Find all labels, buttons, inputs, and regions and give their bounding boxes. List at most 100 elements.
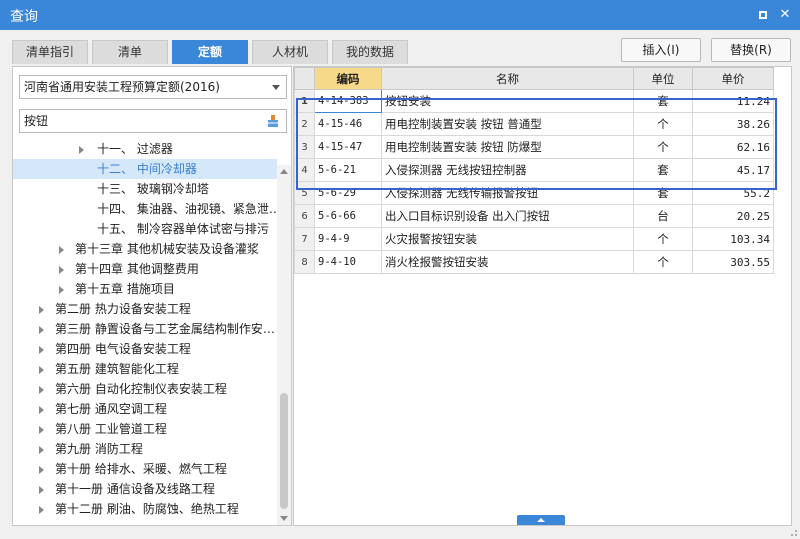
- scroll-thumb[interactable]: [280, 393, 288, 509]
- table-row[interactable]: 1 4-14-383 按钮安装套 11.24: [294, 89, 774, 113]
- cell-name[interactable]: 出入口目标识别设备 出入门按钮: [381, 204, 634, 228]
- cell-code[interactable]: 5-6-29: [314, 181, 382, 205]
- tab-labor-material-machine[interactable]: 人材机: [252, 40, 328, 64]
- tree-item[interactable]: 第四册 电气设备安装工程: [13, 339, 277, 359]
- tree-item[interactable]: 第十一册 通信设备及线路工程: [13, 479, 277, 499]
- table-row[interactable]: 3 4-15-47 用电控制装置安装 按钮 防爆型个 62.16: [294, 135, 774, 159]
- cell-price[interactable]: 38.26: [692, 112, 774, 136]
- tab-list-guide[interactable]: 清单指引: [12, 40, 88, 64]
- table-row[interactable]: 7 9-4-9 火灾报警按钮安装个 103.34: [294, 227, 774, 251]
- cell-price[interactable]: 303.55: [692, 250, 774, 274]
- tree-item[interactable]: 第六册 自动化控制仪表安装工程: [13, 379, 277, 399]
- expand-arrow-icon[interactable]: [39, 346, 44, 354]
- column-header-name[interactable]: 名称: [381, 67, 634, 90]
- cell-unit[interactable]: 套: [633, 181, 693, 205]
- cell-code[interactable]: 9-4-9: [314, 227, 382, 251]
- tree-item[interactable]: 第五册 建筑智能化工程: [13, 359, 277, 379]
- tree-item[interactable]: 十三、 玻璃钢冷却塔: [13, 179, 277, 199]
- cell-unit[interactable]: 套: [633, 89, 693, 113]
- cell-price[interactable]: 62.16: [692, 135, 774, 159]
- row-number[interactable]: 5: [294, 181, 315, 205]
- cell-code[interactable]: 4-15-47: [314, 135, 382, 159]
- cell-unit[interactable]: 套: [633, 158, 693, 182]
- table-row[interactable]: 6 5-6-66 出入口目标识别设备 出入门按钮台 20.25: [294, 204, 774, 228]
- panel-collapse-handle[interactable]: [517, 515, 565, 525]
- cell-name[interactable]: 入侵探测器 无线传输报警按钮: [381, 181, 634, 205]
- expand-arrow-icon[interactable]: [39, 446, 44, 454]
- table-row[interactable]: 8 9-4-10 消火栓报警按钮安装个 303.55: [294, 250, 774, 274]
- expand-arrow-icon[interactable]: [39, 326, 44, 334]
- row-number[interactable]: 8: [294, 250, 315, 274]
- tree-item[interactable]: 十四、 集油器、油视镜、紧急泄…: [13, 199, 277, 219]
- scroll-down-icon[interactable]: [280, 516, 288, 521]
- tree-scrollbar[interactable]: [277, 165, 291, 525]
- replace-button[interactable]: 替换(R): [711, 38, 791, 62]
- tree-item[interactable]: 第十五章 措施项目: [13, 279, 277, 299]
- cell-price[interactable]: 45.17: [692, 158, 774, 182]
- table-row[interactable]: 4 5-6-21 入侵探测器 无线按钮控制器套 45.17: [294, 158, 774, 182]
- tree-item[interactable]: 第九册 消防工程: [13, 439, 277, 459]
- tree-item[interactable]: 第十二册 刷油、防腐蚀、绝热工程: [13, 499, 277, 519]
- expand-arrow-icon[interactable]: [59, 286, 64, 294]
- cell-price[interactable]: 55.2: [692, 181, 774, 205]
- expand-arrow-icon[interactable]: [39, 486, 44, 494]
- close-icon[interactable]: ✕: [777, 7, 793, 23]
- cell-unit[interactable]: 个: [633, 250, 693, 274]
- tree-item[interactable]: 十五、 制冷容器单体试密与排污: [13, 219, 277, 239]
- cell-code[interactable]: 9-4-10: [314, 250, 382, 274]
- cell-name[interactable]: 按钮安装: [381, 89, 634, 113]
- maximize-icon[interactable]: [755, 7, 771, 23]
- expand-arrow-icon[interactable]: [39, 306, 44, 314]
- tree-item[interactable]: 第十三章 其他机械安装及设备灌浆: [13, 239, 277, 259]
- scroll-up-icon[interactable]: [280, 169, 288, 174]
- tree-item[interactable]: 十二、 中间冷却器: [13, 159, 277, 179]
- table-row[interactable]: 2 4-15-46 用电控制装置安装 按钮 普通型个 38.26: [294, 112, 774, 136]
- cell-unit[interactable]: 台: [633, 204, 693, 228]
- tree-item[interactable]: 第八册 工业管道工程: [13, 419, 277, 439]
- expand-arrow-icon[interactable]: [79, 146, 84, 154]
- cell-name[interactable]: 消火栓报警按钮安装: [381, 250, 634, 274]
- table-row[interactable]: 5 5-6-29 入侵探测器 无线传输报警按钮套 55.2: [294, 181, 774, 205]
- row-number[interactable]: 6: [294, 204, 315, 228]
- column-header-code[interactable]: 编码: [314, 67, 382, 90]
- cell-price[interactable]: 103.34: [692, 227, 774, 251]
- row-number[interactable]: 4: [294, 158, 315, 182]
- filter-icon[interactable]: [266, 114, 280, 128]
- column-header-unit[interactable]: 单位: [633, 67, 693, 90]
- cell-name[interactable]: 火灾报警按钮安装: [381, 227, 634, 251]
- tab-list[interactable]: 清单: [92, 40, 168, 64]
- column-header-price[interactable]: 单价: [692, 67, 774, 90]
- cell-code[interactable]: 5-6-66: [314, 204, 382, 228]
- tree-item[interactable]: 第七册 通风空调工程: [13, 399, 277, 419]
- cell-unit[interactable]: 个: [633, 112, 693, 136]
- expand-arrow-icon[interactable]: [39, 466, 44, 474]
- cell-name[interactable]: 用电控制装置安装 按钮 防爆型: [381, 135, 634, 159]
- tree-item[interactable]: 第二册 热力设备安装工程: [13, 299, 277, 319]
- tree-item[interactable]: 十一、 过滤器: [13, 139, 277, 159]
- cell-code[interactable]: 4-14-383: [314, 89, 382, 113]
- tab-quota[interactable]: 定额: [172, 40, 248, 64]
- cell-price[interactable]: 11.24: [692, 89, 774, 113]
- row-number[interactable]: 3: [294, 135, 315, 159]
- quota-db-select[interactable]: 河南省通用安装工程预算定额(2016): [19, 75, 287, 99]
- cell-price[interactable]: 20.25: [692, 204, 774, 228]
- resize-grip-icon[interactable]: [788, 527, 798, 537]
- cell-unit[interactable]: 个: [633, 227, 693, 251]
- tree-item[interactable]: 第十册 给排水、采暖、燃气工程: [13, 459, 277, 479]
- tree-item[interactable]: 第三册 静置设备与工艺金属结构制作安…: [13, 319, 277, 339]
- expand-arrow-icon[interactable]: [39, 506, 44, 514]
- expand-arrow-icon[interactable]: [39, 366, 44, 374]
- tab-my-data[interactable]: 我的数据: [332, 40, 408, 64]
- expand-arrow-icon[interactable]: [59, 266, 64, 274]
- expand-arrow-icon[interactable]: [39, 426, 44, 434]
- row-number[interactable]: 2: [294, 112, 315, 136]
- row-number[interactable]: 1: [294, 89, 315, 113]
- expand-arrow-icon[interactable]: [59, 246, 64, 254]
- tree-item[interactable]: 第十四章 其他调整费用: [13, 259, 277, 279]
- cell-code[interactable]: 5-6-21: [314, 158, 382, 182]
- cell-name[interactable]: 入侵探测器 无线按钮控制器: [381, 158, 634, 182]
- expand-arrow-icon[interactable]: [39, 406, 44, 414]
- search-input[interactable]: 按钮: [19, 109, 287, 133]
- expand-arrow-icon[interactable]: [39, 386, 44, 394]
- cell-name[interactable]: 用电控制装置安装 按钮 普通型: [381, 112, 634, 136]
